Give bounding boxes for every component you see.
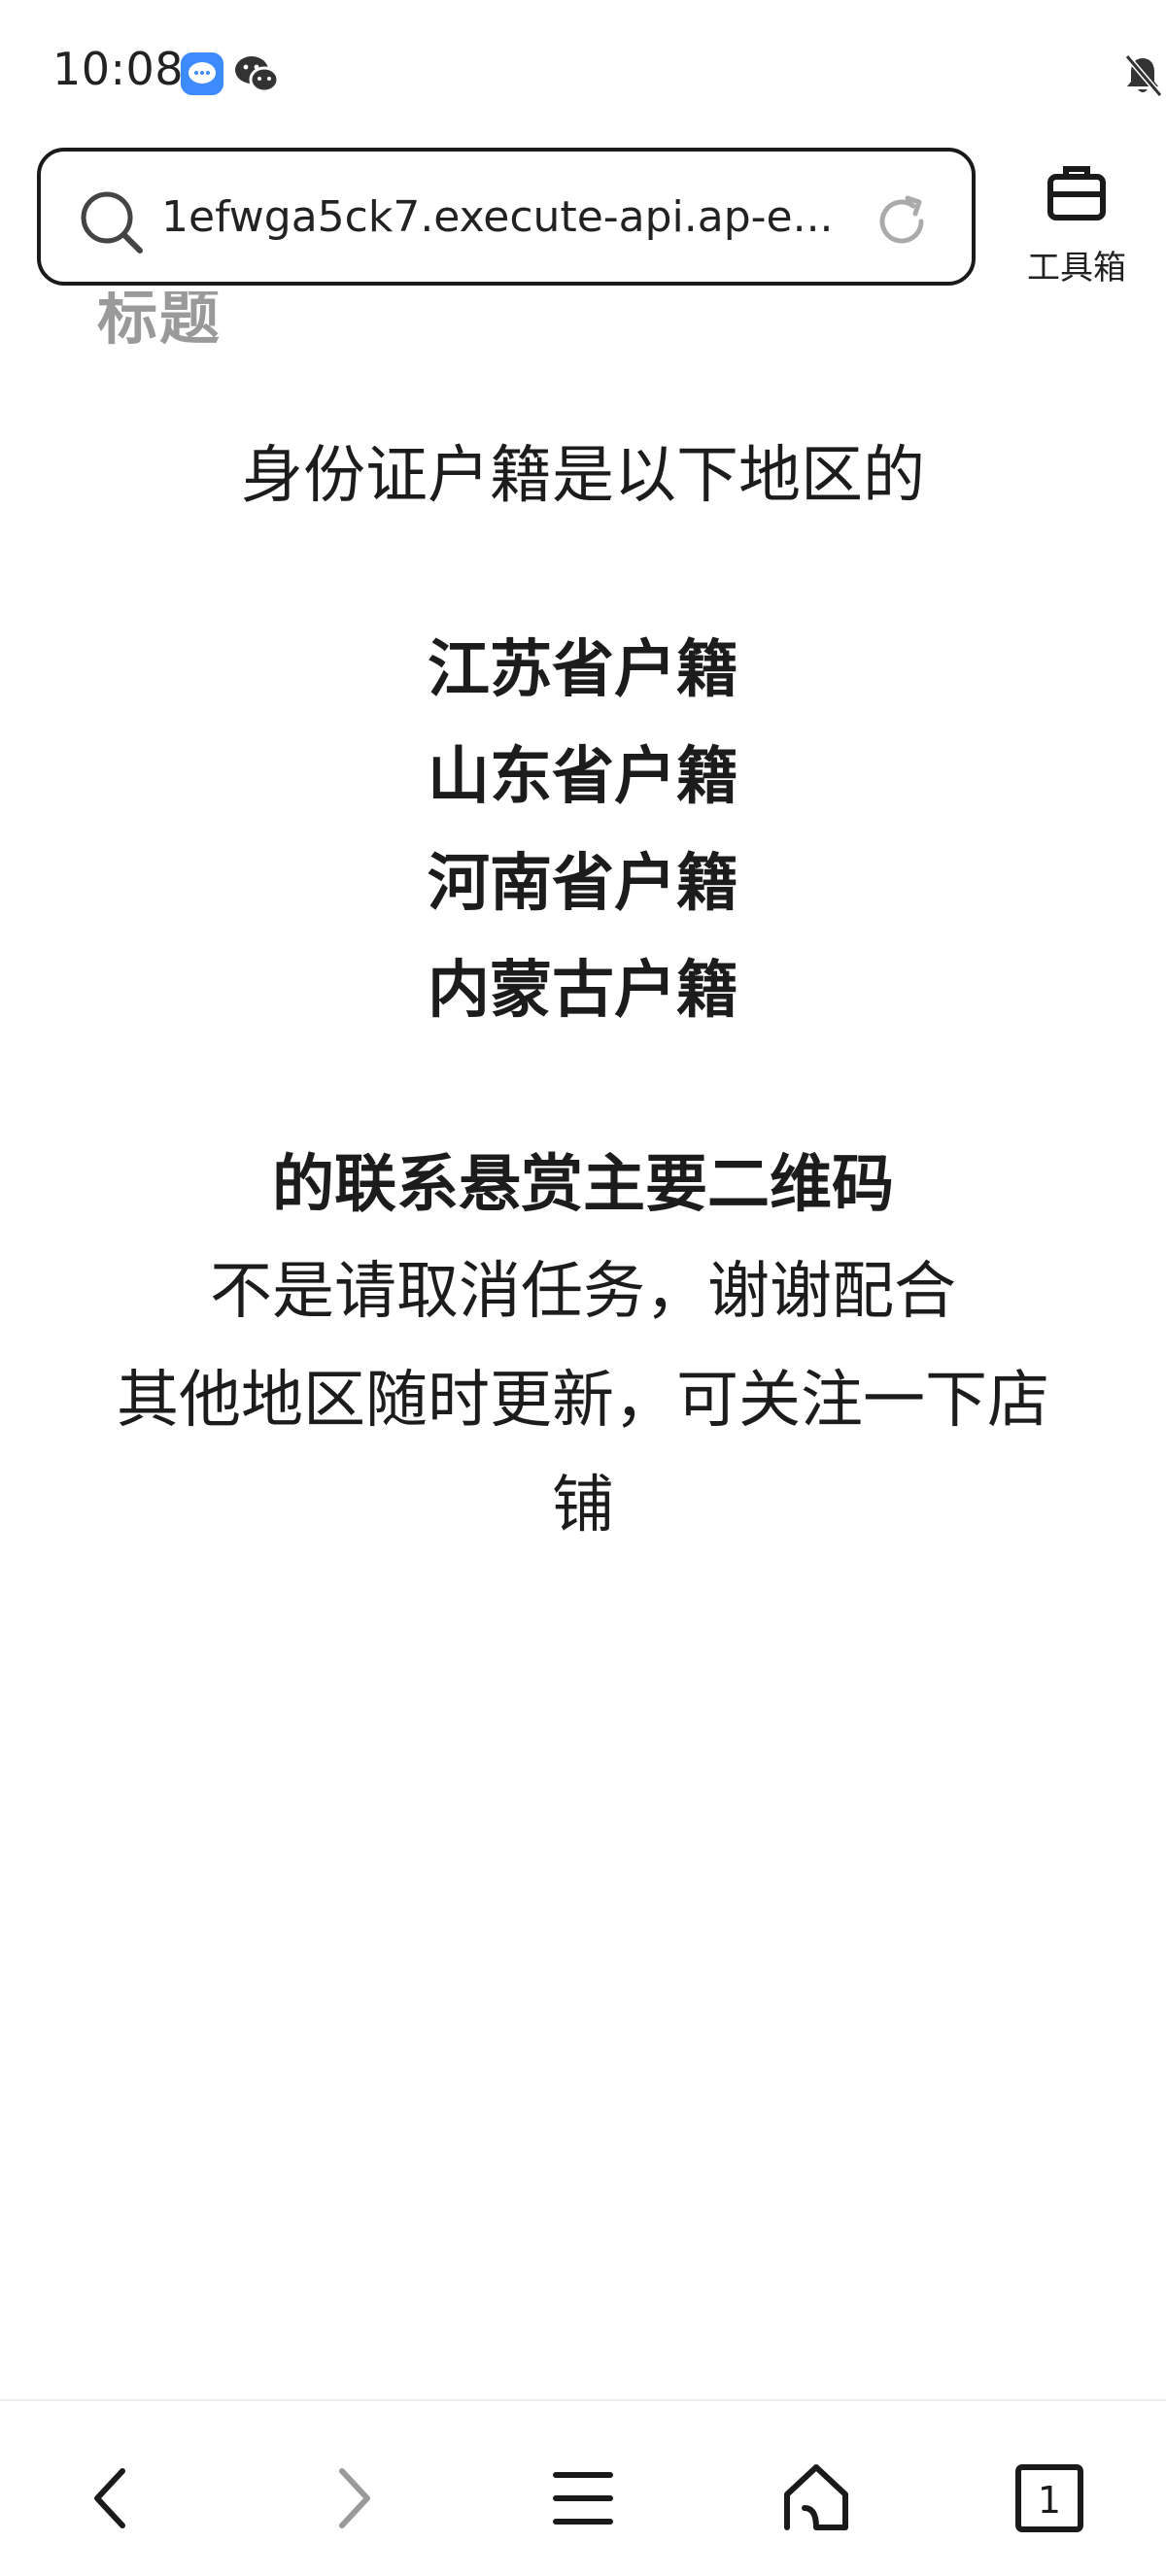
- clipped-page-title: 标题: [97, 291, 292, 352]
- bottom-navigation: 1: [0, 2399, 1166, 2576]
- update-note-line2: 铺: [552, 1470, 614, 1542]
- cancel-note: 不是请取消任务，谢谢配合: [210, 1256, 956, 1328]
- message-app-icon: [181, 52, 223, 95]
- region-item: 江苏省户籍: [428, 634, 738, 706]
- tabs-icon[interactable]: 1: [1011, 2459, 1088, 2537]
- home-icon[interactable]: [777, 2459, 855, 2537]
- main-note: 的联系悬赏主要二维码: [272, 1149, 894, 1221]
- update-note-line1: 其他地区随时更新，可关注一下店: [117, 1365, 1049, 1437]
- reload-icon[interactable]: [873, 192, 931, 251]
- notification-mute-icon: [1124, 54, 1163, 97]
- address-bar[interactable]: 1efwga5ck7.execute-api.ap-e...: [37, 148, 976, 286]
- region-item: 内蒙古户籍: [428, 955, 738, 1027]
- region-item: 山东省户籍: [428, 741, 738, 813]
- url-text[interactable]: 1efwga5ck7.execute-api.ap-e...: [161, 190, 871, 245]
- status-time: 10:08: [52, 43, 185, 95]
- clipped-title-text: 标题: [97, 291, 223, 352]
- status-bar: 10:08: [0, 0, 1166, 136]
- browser-screen: 10:08 1efwga5ck7.execute-api.ap-e... 工具箱…: [0, 0, 1166, 2576]
- tab-count: 1: [1038, 2479, 1061, 2522]
- toolbox-icon: [1047, 166, 1106, 220]
- toolbox-button[interactable]: 工具箱: [1009, 161, 1145, 288]
- menu-icon[interactable]: [544, 2459, 622, 2537]
- intro-text: 身份证户籍是以下地区的: [241, 440, 925, 512]
- back-icon[interactable]: [74, 2459, 152, 2537]
- region-item: 河南省户籍: [428, 848, 738, 920]
- search-icon: [81, 191, 143, 254]
- toolbox-label: 工具箱: [1027, 249, 1126, 288]
- wechat-icon: [233, 52, 280, 95]
- forward-icon[interactable]: [313, 2459, 391, 2537]
